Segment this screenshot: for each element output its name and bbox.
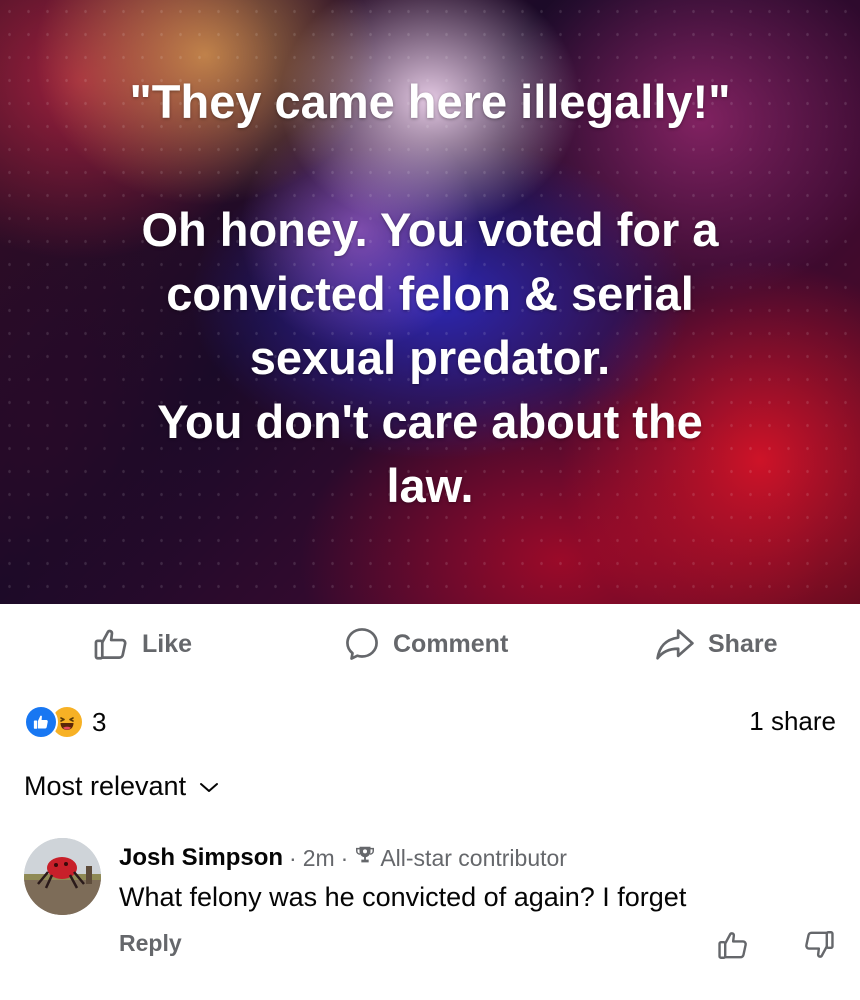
comment-body: Josh Simpson · 2m · All-star contributor… bbox=[119, 844, 839, 913]
comment-label: Comment bbox=[393, 629, 509, 658]
like-reaction-icon bbox=[24, 705, 58, 739]
image-line-4: You don't care about the bbox=[157, 395, 703, 448]
image-line-2: convicted felon & serial bbox=[166, 267, 694, 320]
image-line-1: Oh honey. You voted for a bbox=[141, 203, 719, 256]
thumbs-down-outline-icon bbox=[802, 931, 836, 966]
share-button[interactable]: Share bbox=[654, 622, 777, 666]
trophy-icon bbox=[354, 844, 376, 872]
avatar[interactable] bbox=[24, 838, 101, 915]
badge-label: All-star contributor bbox=[380, 844, 567, 871]
chevron-down-icon bbox=[198, 771, 220, 802]
thumbs-up-outline-icon bbox=[716, 932, 750, 966]
downvote-button[interactable] bbox=[802, 928, 836, 967]
meta-separator: · bbox=[289, 844, 297, 871]
meta-separator: · bbox=[340, 844, 349, 871]
contributor-badge[interactable]: All-star contributor bbox=[354, 844, 567, 872]
comment-time[interactable]: 2m bbox=[303, 845, 335, 872]
image-line-3: sexual predator. bbox=[249, 331, 611, 384]
reply-button[interactable]: Reply bbox=[119, 930, 182, 957]
like-button[interactable]: Like bbox=[92, 622, 192, 666]
comment-meta: Josh Simpson · 2m · All-star contributor bbox=[119, 844, 839, 872]
upvote-button[interactable] bbox=[716, 928, 750, 967]
post-action-bar: Like Comment Share bbox=[0, 604, 860, 684]
share-count[interactable]: 1 share bbox=[749, 706, 836, 737]
comment-bubble-icon bbox=[343, 625, 381, 663]
comment-author[interactable]: Josh Simpson bbox=[119, 844, 283, 872]
comment-sort-dropdown[interactable]: Most relevant bbox=[24, 771, 220, 802]
reactions-summary[interactable]: 3 bbox=[24, 705, 107, 739]
image-quote: "They came here illegally!" bbox=[129, 75, 731, 128]
sort-label: Most relevant bbox=[24, 771, 187, 801]
post-image[interactable]: "They came here illegally!" Oh honey. Yo… bbox=[0, 0, 860, 604]
like-label: Like bbox=[142, 629, 193, 658]
share-arrow-icon bbox=[654, 625, 696, 663]
comment-text: What felony was he convicted of again? I… bbox=[119, 882, 687, 912]
thumbs-up-icon bbox=[92, 625, 130, 663]
comment-button[interactable]: Comment bbox=[343, 622, 508, 666]
reaction-count: 3 bbox=[92, 706, 107, 737]
post-image-text: "They came here illegally!" Oh honey. Yo… bbox=[0, 70, 860, 518]
share-label: Share bbox=[708, 629, 778, 658]
image-line-5: law. bbox=[386, 459, 474, 512]
